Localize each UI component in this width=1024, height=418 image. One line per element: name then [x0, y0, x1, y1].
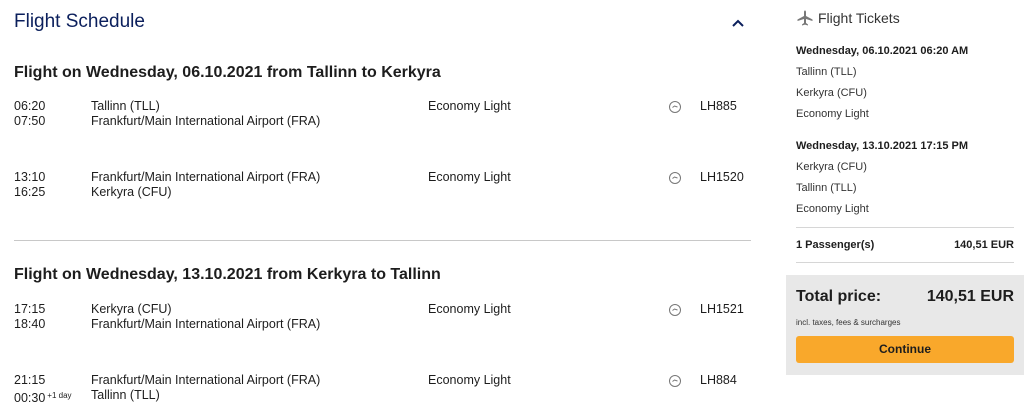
- chevron-up-icon[interactable]: [728, 14, 748, 32]
- trip-summary: Wednesday, 06.10.2021 06:20 AM Tallinn (…: [796, 44, 1016, 121]
- flight-number: LH885: [700, 99, 737, 113]
- total-label: Total price:: [796, 288, 882, 305]
- arrival-airport: Frankfurt/Main International Airport (FR…: [91, 114, 321, 128]
- flight-number: LH884: [700, 373, 737, 387]
- flight-schedule-panel: Flight Schedule Flight on Wednesday, 06.…: [0, 0, 760, 418]
- total-value: 140,51 EUR: [926, 288, 1014, 305]
- departure-airport: Frankfurt/Main International Airport (FR…: [91, 170, 321, 184]
- trip-origin: Kerkyra (CFU): [796, 161, 867, 173]
- departure-time: 21:15: [14, 373, 46, 387]
- segment-airports: Frankfurt/Main International Airport (FR…: [91, 170, 320, 200]
- departure-time: 17:15: [14, 302, 46, 316]
- total-price-box: Total price: 140,51 EUR incl. taxes, fee…: [786, 275, 1024, 375]
- segment-airports: Tallinn (TLL) Frankfurt/Main Internation…: [91, 99, 320, 129]
- info-circle-icon[interactable]: [668, 171, 682, 185]
- arrival-time: 07:50: [14, 114, 46, 128]
- trip-summary: Wednesday, 13.10.2021 17:15 PM Kerkyra (…: [796, 139, 1016, 216]
- trip-date: Wednesday, 06.10.2021 06:20 AM: [796, 45, 969, 57]
- fare-class: Economy Light: [428, 99, 511, 113]
- outbound-title: Flight on Wednesday, 06.10.2021 from Tal…: [14, 64, 441, 81]
- trip-fare: Economy Light: [796, 108, 869, 120]
- passenger-count: 1 Passenger(s): [796, 239, 875, 251]
- arrival-time: 00:30 +1 day: [14, 391, 72, 405]
- segment-airports: Frankfurt/Main International Airport (FR…: [91, 373, 320, 403]
- segment-times: 21:15 00:30 +1 day: [14, 373, 72, 406]
- departure-airport: Tallinn (TLL): [91, 99, 160, 113]
- sidebar-divider: [796, 227, 1014, 228]
- arrival-airport: Tallinn (TLL): [91, 388, 160, 402]
- arrival-time: 16:25: [14, 185, 46, 199]
- arrival-time: 18:40: [14, 317, 46, 331]
- info-circle-icon[interactable]: [668, 100, 682, 114]
- info-circle-icon[interactable]: [668, 303, 682, 317]
- arrival-airport: Frankfurt/Main International Airport (FR…: [91, 317, 321, 331]
- fare-class: Economy Light: [428, 302, 511, 316]
- passenger-price: 140,51 EUR: [954, 239, 1014, 251]
- trip-destination: Kerkyra (CFU): [796, 87, 867, 99]
- inbound-title: Flight on Wednesday, 13.10.2021 from Ker…: [14, 266, 441, 283]
- departure-time: 06:20: [14, 99, 46, 113]
- flight-segment: 21:15 00:30 +1 day Frankfurt/Main Interna…: [14, 373, 754, 407]
- flight-segment: 17:15 18:40 Kerkyra (CFU) Frankfurt/Main…: [14, 302, 754, 336]
- schedule-header: Flight Schedule: [14, 11, 750, 35]
- arrival-airport: Kerkyra (CFU): [91, 185, 172, 199]
- trip-date: Wednesday, 13.10.2021 17:15 PM: [796, 140, 969, 152]
- fare-class: Economy Light: [428, 170, 511, 184]
- continue-button[interactable]: Continue: [796, 336, 1014, 363]
- segment-times: 17:15 18:40: [14, 302, 45, 332]
- tickets-title: Flight Tickets: [818, 10, 900, 26]
- segment-times: 06:20 07:50: [14, 99, 45, 129]
- sidebar-divider: [796, 262, 1014, 263]
- fare-class: Economy Light: [428, 373, 511, 387]
- trip-destination: Tallinn (TLL): [796, 182, 857, 194]
- flight-number: LH1521: [700, 302, 744, 316]
- segment-airports: Kerkyra (CFU) Frankfurt/Main Internation…: [91, 302, 320, 332]
- total-note: incl. taxes, fees & surcharges: [796, 318, 901, 327]
- schedule-title: Flight Schedule: [14, 11, 145, 32]
- trip-origin: Tallinn (TLL): [796, 66, 857, 78]
- next-day-badge: +1 day: [47, 391, 72, 400]
- departure-time: 13:10: [14, 170, 46, 184]
- airplane-icon: [797, 10, 813, 26]
- passenger-row: 1 Passenger(s) 140,51 EUR: [796, 239, 1014, 251]
- section-divider: [14, 240, 751, 241]
- flight-segment: 06:20 07:50 Tallinn (TLL) Frankfurt/Main…: [14, 99, 754, 133]
- departure-airport: Kerkyra (CFU): [91, 302, 172, 316]
- departure-airport: Frankfurt/Main International Airport (FR…: [91, 373, 321, 387]
- flight-segment: 13:10 16:25 Frankfurt/Main International…: [14, 170, 754, 204]
- collapse-button[interactable]: [728, 14, 748, 32]
- tickets-sidebar: Flight Tickets Wednesday, 06.10.2021 06:…: [786, 0, 1024, 418]
- trip-fare: Economy Light: [796, 203, 869, 215]
- flight-number: LH1520: [700, 170, 744, 184]
- segment-times: 13:10 16:25: [14, 170, 45, 200]
- info-circle-icon[interactable]: [668, 374, 682, 388]
